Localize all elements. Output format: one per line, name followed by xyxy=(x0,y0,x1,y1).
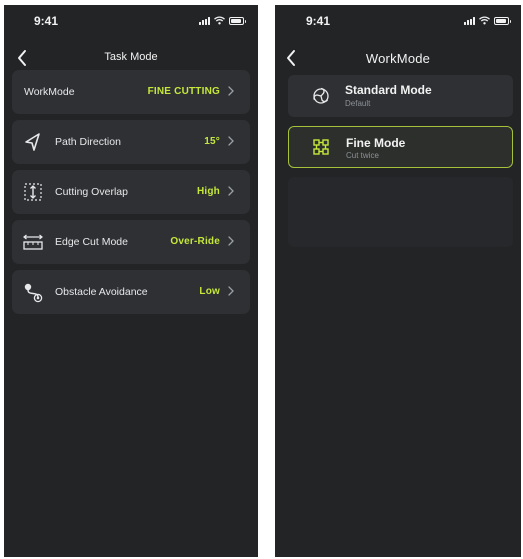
obstacle-icon xyxy=(24,283,43,303)
chevron-right-icon xyxy=(228,136,234,146)
chevron-right-icon xyxy=(228,236,234,246)
row-value: 15° xyxy=(204,136,220,147)
status-bar: 9:41 xyxy=(4,5,258,35)
battery-icon xyxy=(229,16,246,25)
chevron-right-icon xyxy=(228,186,234,196)
empty-panel xyxy=(288,177,513,247)
workmode-screen: 9:41 WorkMode Standard Mode Default Fine… xyxy=(275,5,521,557)
row-value: FINE CUTTING xyxy=(147,86,220,97)
row-value: High xyxy=(196,186,220,197)
row-label: Obstacle Avoidance xyxy=(55,286,148,298)
signal-icon xyxy=(199,16,210,25)
row-cutting-overlap[interactable]: Cutting Overlap High xyxy=(12,170,250,214)
chevron-right-icon xyxy=(228,286,234,296)
page-title: WorkMode xyxy=(365,51,431,66)
wifi-icon xyxy=(214,16,225,25)
battery-icon xyxy=(494,16,511,25)
row-label: Cutting Overlap xyxy=(55,186,128,198)
task-mode-screen: 9:41 Task Mode WorkMode FINE CUTTING Pat… xyxy=(4,5,258,557)
status-time: 9:41 xyxy=(306,14,331,28)
mode-subtitle: Cut twice xyxy=(346,151,379,160)
row-value: Low xyxy=(199,286,220,297)
nav-bar: WorkMode xyxy=(275,41,521,75)
row-path-direction[interactable]: Path Direction 15° xyxy=(12,120,250,164)
page-title: Task Mode xyxy=(104,51,158,63)
fine-mode-icon xyxy=(313,139,329,155)
status-time: 9:41 xyxy=(34,14,59,28)
status-icons xyxy=(464,16,511,25)
signal-icon xyxy=(464,16,475,25)
status-bar: 9:41 xyxy=(275,5,521,35)
edge-cut-icon xyxy=(23,234,43,250)
mode-option-standard[interactable]: Standard Mode Default xyxy=(288,75,513,117)
mode-subtitle: Default xyxy=(345,99,371,108)
row-label: Path Direction xyxy=(55,136,121,148)
row-value: Over-Ride xyxy=(170,236,220,247)
row-obstacle-avoidance[interactable]: Obstacle Avoidance Low xyxy=(12,270,250,314)
mode-title: Standard Mode xyxy=(345,83,432,97)
row-label: Edge Cut Mode xyxy=(55,236,128,248)
wifi-icon xyxy=(479,16,490,25)
row-edge-cut-mode[interactable]: Edge Cut Mode Over-Ride xyxy=(12,220,250,264)
status-icons xyxy=(199,16,246,25)
mode-title: Fine Mode xyxy=(346,136,406,150)
row-workmode[interactable]: WorkMode FINE CUTTING xyxy=(12,70,250,114)
standard-mode-icon xyxy=(313,87,329,104)
overlap-icon xyxy=(24,183,42,201)
mode-option-fine[interactable]: Fine Mode Cut twice xyxy=(288,126,513,168)
chevron-right-icon xyxy=(228,86,234,96)
direction-arrow-icon xyxy=(25,133,40,151)
row-label: WorkMode xyxy=(24,86,75,98)
